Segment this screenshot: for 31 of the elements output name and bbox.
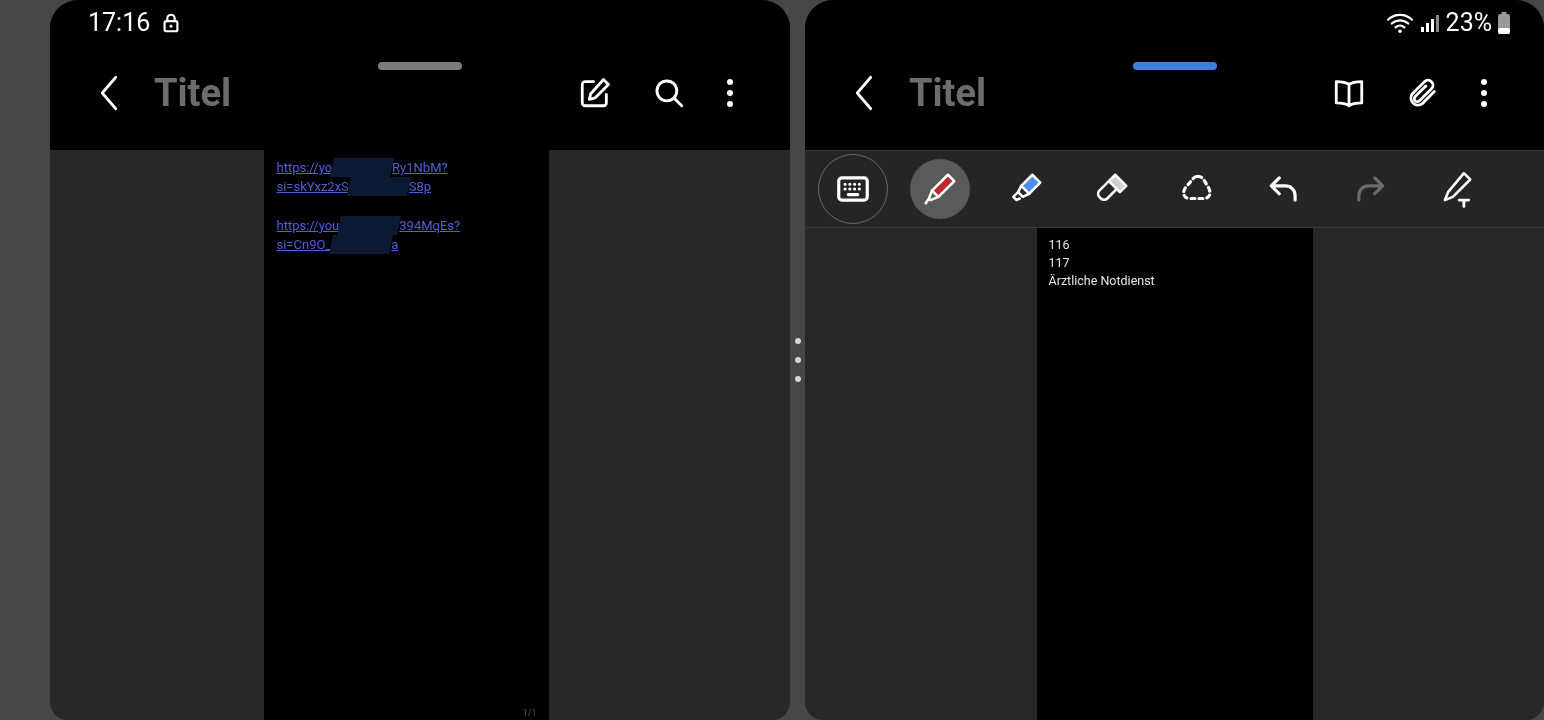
battery-icon <box>1498 12 1510 34</box>
page-number: 1/1 <box>522 706 537 720</box>
clock: 17:16 <box>88 7 151 40</box>
divider-handle-icon[interactable] <box>794 338 801 382</box>
link-text[interactable]: a <box>391 235 399 254</box>
redaction-mark <box>337 216 402 235</box>
note-text-line: 116 <box>1048 236 1070 254</box>
wifi-icon <box>1385 12 1414 34</box>
note-text-line: 117 <box>1048 254 1070 272</box>
link-text[interactable]: S8p <box>408 177 432 196</box>
note-title[interactable]: Titel <box>154 74 232 112</box>
back-icon[interactable] <box>98 75 120 111</box>
link-text[interactable]: si=skYxz2xS <box>276 177 349 196</box>
battery-percentage: 23% <box>1445 7 1492 40</box>
drag-handle[interactable] <box>1132 62 1217 70</box>
link-text[interactable]: si=Cn9O_ <box>276 235 332 254</box>
note-title[interactable]: Titel <box>909 74 987 112</box>
link-text[interactable]: https://yo <box>276 158 333 177</box>
signal-icon <box>1419 13 1440 33</box>
redaction-mark <box>330 158 395 177</box>
redaction-mark <box>329 235 394 254</box>
edit-icon[interactable] <box>578 76 612 110</box>
back-icon[interactable] <box>853 75 875 111</box>
note-text-line: Ärztliche Notdienst <box>1048 272 1155 290</box>
more-icon[interactable] <box>726 78 734 108</box>
drag-handle[interactable] <box>378 62 462 70</box>
pen-tool-button[interactable] <box>910 159 970 219</box>
more-icon[interactable] <box>1480 78 1488 108</box>
link-text[interactable]: Ry1NbM? <box>392 158 448 177</box>
link-text[interactable]: https://you <box>276 216 340 235</box>
link-text[interactable]: 394MqEs? <box>399 216 461 235</box>
